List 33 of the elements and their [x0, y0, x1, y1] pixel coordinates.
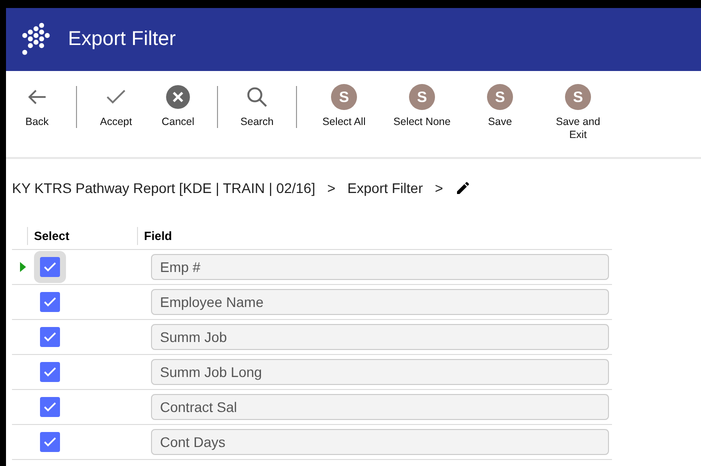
letter-avatar-icon: S [331, 84, 357, 110]
checkbox[interactable] [40, 327, 60, 347]
checkbox[interactable] [40, 362, 60, 382]
field-input[interactable]: Employee Name [151, 289, 609, 315]
toolbar-button[interactable]: Back [6, 84, 68, 129]
field-input[interactable]: Emp # [151, 254, 609, 280]
toolbar-button[interactable]: Cancel [147, 84, 209, 129]
checkbox[interactable] [40, 292, 60, 312]
field-input[interactable]: Summ Job [151, 324, 609, 350]
breadcrumb-link[interactable]: KY KTRS Pathway Report [KDE | TRAIN | 02/16] [12, 180, 316, 196]
letter-avatar-icon: S [565, 84, 591, 110]
letter-avatar-icon: S [487, 84, 513, 110]
close-icon [165, 84, 191, 110]
column-header: Select [27, 227, 137, 245]
breadcrumb-link[interactable]: Export Filter [347, 180, 423, 196]
column-header: Field [137, 227, 612, 245]
toolbar-button[interactable]: S Save and Exit [539, 84, 617, 142]
letter-avatar-icon: S [409, 84, 435, 110]
field-input[interactable]: Summ Job Long [151, 359, 609, 385]
toolbar-button[interactable]: S Save [461, 84, 539, 129]
window-title: Export Filter [68, 28, 176, 51]
toolbar-button[interactable]: S Select None [383, 84, 461, 129]
breadcrumb-separator: > [434, 180, 444, 196]
breadcrumb-separator: > [327, 180, 336, 196]
checkbox[interactable] [40, 257, 60, 277]
pencil-icon[interactable] [455, 180, 472, 196]
field-input[interactable]: Cont Days [151, 429, 609, 455]
checkbox[interactable] [40, 432, 60, 452]
toolbar-button[interactable]: Accept [85, 84, 147, 129]
field-input[interactable]: Contract Sal [151, 394, 609, 420]
checkbox[interactable] [40, 397, 60, 417]
toolbar-button[interactable]: S Select All [305, 84, 383, 129]
toolbar-button[interactable]: Search [226, 84, 288, 129]
